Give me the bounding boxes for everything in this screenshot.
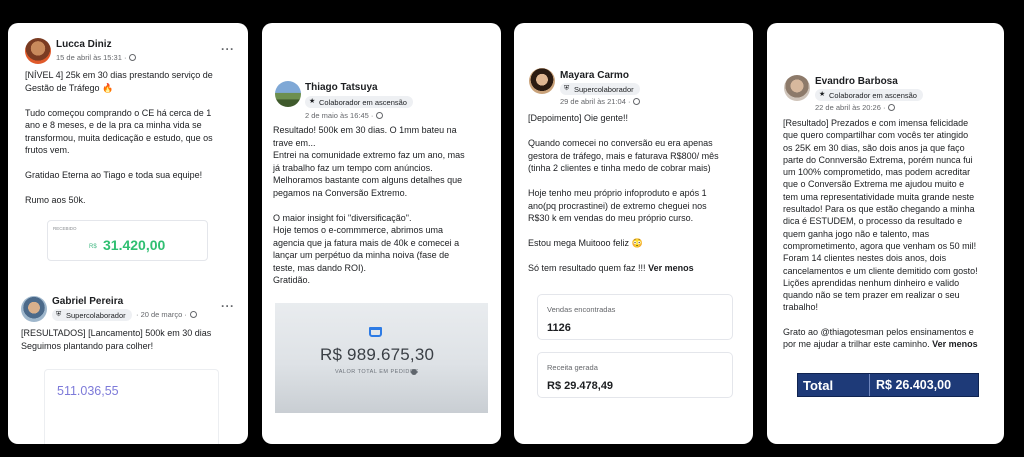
globe-icon [189, 311, 197, 318]
result-value: 511.036,55 [57, 384, 119, 398]
more-options-button[interactable]: ··· [221, 42, 235, 56]
author-name[interactable]: Mayara Carmo [560, 70, 629, 81]
receipt-value: 31.420,00 [103, 237, 166, 253]
stat-card-revenue: Receita gerada R$ 29.478,49 [537, 352, 733, 398]
post-text: [Resultado] Prezados e com imensa felici… [783, 118, 978, 350]
avatar[interactable] [25, 38, 51, 64]
post-timestamp[interactable]: 29 de abril às 21:04 · [560, 97, 641, 106]
stat-label: Vendas encontradas [547, 305, 616, 314]
post-text: [NÍVEL 4] 25k em 30 dias prestando servi… [25, 70, 213, 205]
shield-icon: ⛨ [564, 85, 570, 92]
globe-icon [888, 104, 896, 111]
post-text: Resultado! 500k em 30 dias. O 1mm bateu … [273, 125, 465, 285]
role-badge: ★ Colaborador em ascensão [815, 89, 923, 101]
role-badge: ⛨ Supercolaborador [560, 83, 640, 95]
star-icon: ★ [309, 98, 316, 105]
post-timestamp[interactable]: 2 de maio às 16:45 · [305, 111, 384, 120]
testimonial-card-lucca-gabriel: Lucca Diniz 15 de abril às 15:31 · ··· [… [8, 23, 248, 444]
stat-value: R$ 29.478,49 [547, 380, 614, 392]
receipt-label: RECEBIDO [53, 226, 77, 231]
stat-label: Receita gerada [547, 363, 598, 372]
author-name[interactable]: Evandro Barbosa [815, 76, 898, 87]
shopping-cart-icon [369, 327, 382, 337]
stat-value: 1126 [547, 322, 571, 334]
total-label: Total [803, 378, 834, 393]
total-orders-value: R$ 989.675,30 [320, 345, 435, 364]
globe-icon [129, 54, 137, 61]
post-timestamp[interactable]: 15 de abril às 15:31 · [56, 53, 137, 62]
testimonial-card-evandro: Evandro Barbosa ★ Colaborador em ascensão… [767, 23, 1004, 444]
role-badge: ★ Colaborador em ascensão [305, 96, 413, 108]
post-text: [Depoimento] Oie gente!! Quando comecei … [528, 113, 719, 273]
more-options-button[interactable]: ··· [221, 299, 235, 313]
total-banner: Total R$ 26.403,00 [797, 373, 979, 397]
receipt-currency: R$ [89, 244, 97, 250]
post-text: [RESULTADOS] [Lancamento] 500k em 30 dia… [21, 328, 212, 351]
testimonial-card-mayara: Mayara Carmo ⛨ Supercolaborador 29 de abr… [514, 23, 753, 444]
role-badge: ⛨ Supercolaborador [52, 309, 132, 321]
post-timestamp[interactable]: 22 de abril às 20:26 · [815, 103, 896, 112]
author-name[interactable]: Thiago Tatsuya [305, 82, 378, 93]
stat-card-sales: Vendas encontradas 1126 [537, 294, 733, 340]
shield-icon: ⛨ [56, 311, 62, 318]
dashboard-screenshot-image: R$ 989.675,30 VALOR TOTAL EM PEDIDOS [275, 303, 488, 413]
see-less-link[interactable]: Ver menos [648, 263, 694, 273]
avatar[interactable] [784, 75, 810, 101]
total-orders-caption: VALOR TOTAL EM PEDIDOS [335, 369, 419, 375]
avatar[interactable] [275, 81, 301, 107]
post-timestamp[interactable]: · 20 de março · [136, 310, 197, 319]
total-value: R$ 26.403,00 [876, 378, 952, 392]
divider [869, 374, 870, 396]
avatar[interactable] [21, 296, 47, 322]
author-name[interactable]: Lucca Diniz [56, 39, 112, 50]
globe-icon [633, 98, 641, 105]
testimonial-card-thiago: Thiago Tatsuya ★ Colaborador em ascensão … [262, 23, 501, 444]
star-icon: ★ [819, 91, 826, 98]
receipt-widget: RECEBIDO R$ 31.420,00 [47, 220, 208, 261]
result-widget: 511.036,55 [44, 369, 219, 444]
see-less-link[interactable]: Ver menos [932, 339, 978, 349]
info-icon [411, 369, 417, 375]
globe-icon [376, 112, 384, 119]
avatar[interactable] [529, 68, 555, 94]
author-name[interactable]: Gabriel Pereira [52, 296, 123, 307]
